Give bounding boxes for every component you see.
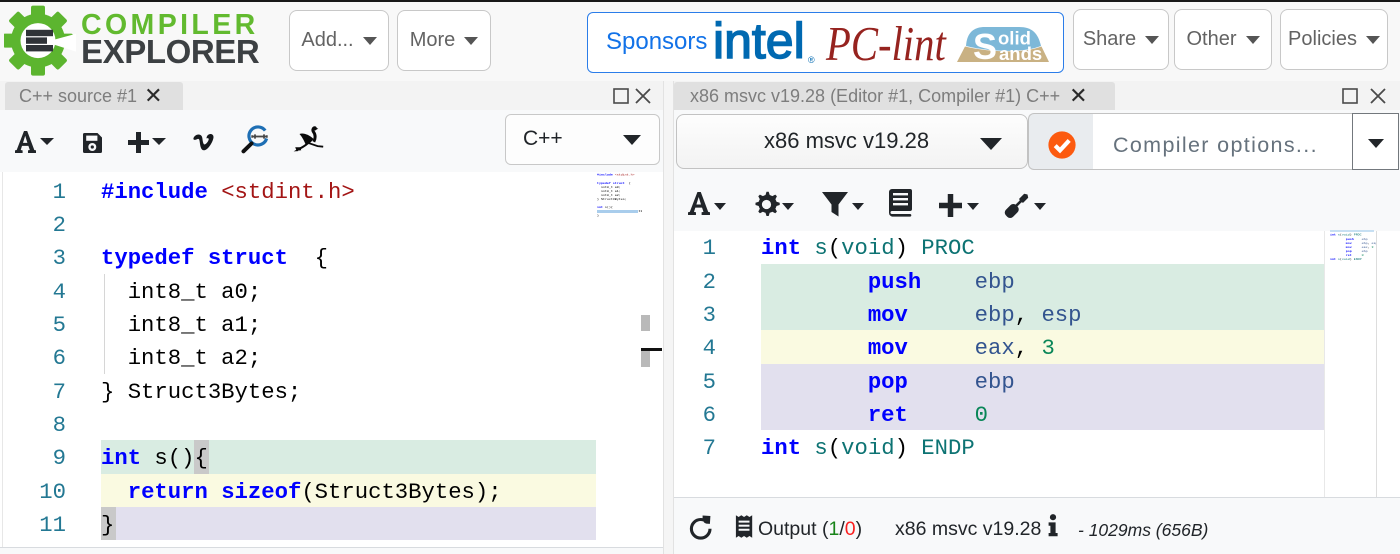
svg-text:ands: ands <box>999 43 1042 64</box>
svg-text:S: S <box>973 26 997 65</box>
